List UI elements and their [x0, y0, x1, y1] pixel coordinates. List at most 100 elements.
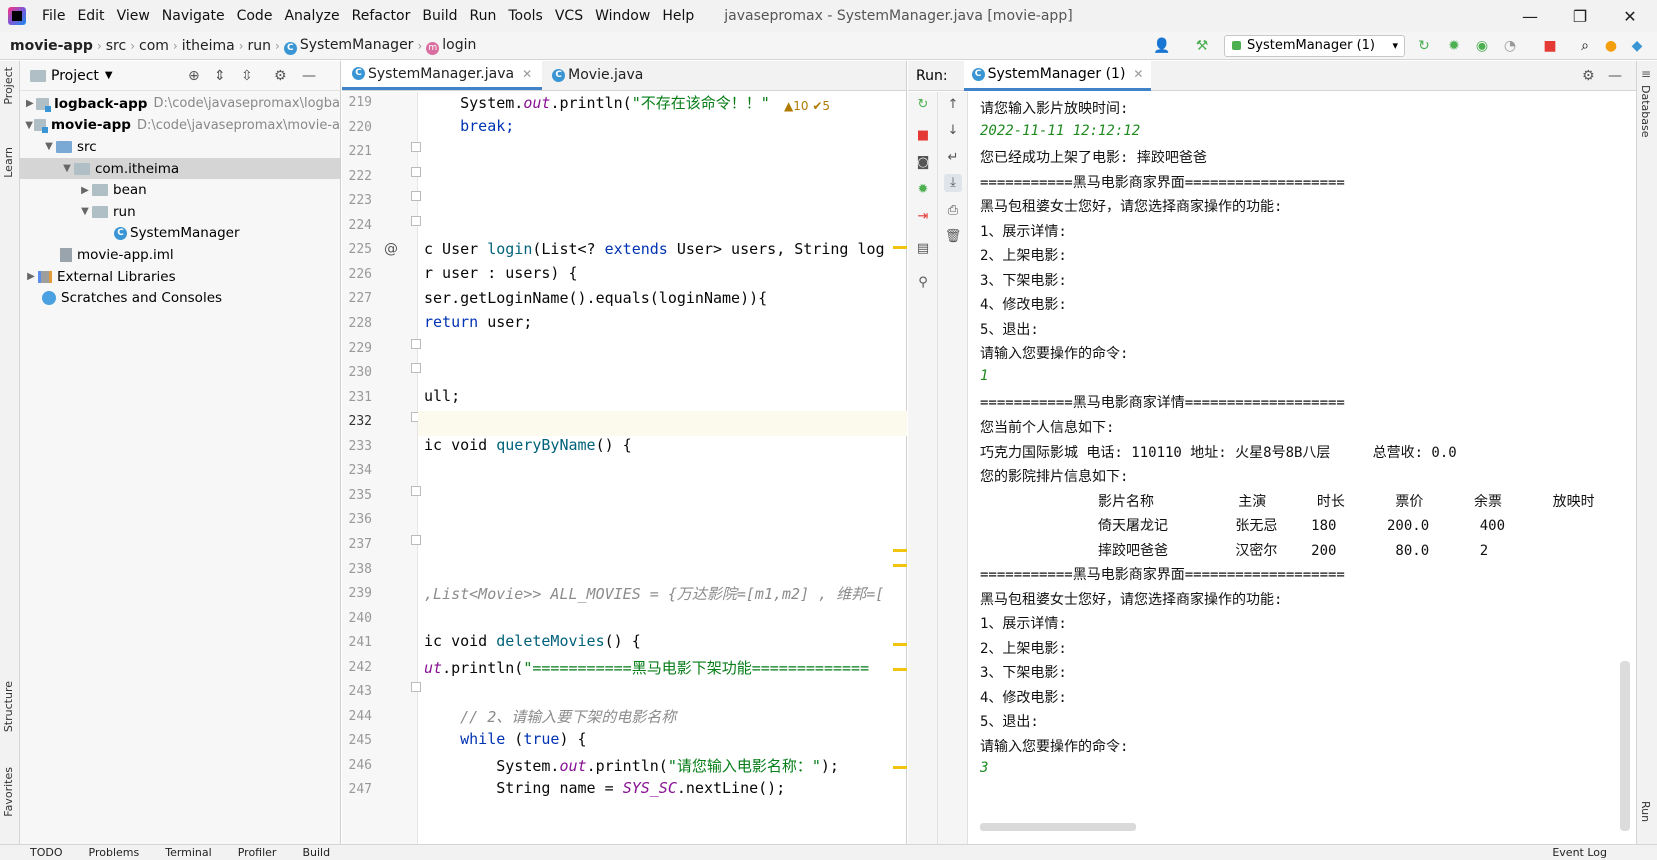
minimize-icon[interactable]: —: [1505, 0, 1555, 32]
gear-icon[interactable]: ⚙: [274, 68, 287, 84]
warning-stripe[interactable]: [893, 766, 907, 769]
tree-item-external-libraries[interactable]: ▶ External Libraries: [20, 266, 340, 288]
chevron-right-icon[interactable]: ▶: [24, 98, 36, 109]
arrow-down-icon[interactable]: ↓: [944, 122, 962, 140]
hide-panel-icon[interactable]: —: [1608, 68, 1622, 84]
tab-favorites-side[interactable]: Favorites: [2, 767, 15, 817]
menu-file[interactable]: File: [36, 8, 71, 24]
warning-stripe[interactable]: [893, 643, 907, 646]
menu-view[interactable]: View: [111, 8, 156, 24]
menu-run[interactable]: Run: [464, 8, 503, 24]
collapse-all-icon[interactable]: ⇳: [241, 68, 253, 84]
run-configuration-select[interactable]: SystemManager (1): [1224, 35, 1405, 57]
coverage-icon[interactable]: ◉: [1472, 36, 1492, 56]
print-icon[interactable]: ⎙: [944, 202, 962, 220]
profile-icon[interactable]: ◔: [1500, 36, 1520, 56]
tree-item-movie-app[interactable]: ▼ movie-app D:\code\javasepromax\movie-a: [20, 115, 340, 137]
project-panel-title[interactable]: Project: [51, 68, 99, 84]
profiler-tab[interactable]: Profiler: [238, 846, 277, 859]
tab-project-side[interactable]: Project: [2, 67, 15, 105]
search-icon[interactable]: ⌕: [1575, 36, 1595, 56]
tree-item-iml[interactable]: movie-app.iml: [20, 244, 340, 266]
build-tab[interactable]: Build: [302, 846, 330, 859]
plugin-icon[interactable]: ◆: [1627, 36, 1647, 56]
horizontal-scrollbar[interactable]: [980, 823, 1136, 831]
vertical-scrollbar[interactable]: [1620, 661, 1630, 831]
rerun-icon[interactable]: ↻: [914, 96, 932, 114]
event-log-tab[interactable]: Event Log: [1552, 846, 1607, 859]
tab-systemmanager-java[interactable]: C SystemManager.java ✕: [342, 60, 543, 90]
warning-stripe[interactable]: [893, 246, 907, 249]
rerun-icon[interactable]: ↻: [1414, 36, 1434, 56]
menu-tools[interactable]: Tools: [502, 8, 549, 24]
menu-navigate[interactable]: Navigate: [156, 8, 231, 24]
override-at-icon[interactable]: @: [384, 241, 398, 257]
breadcrumb-class[interactable]: C SystemManager: [280, 37, 418, 55]
tree-item-run[interactable]: ▼ run: [20, 201, 340, 223]
layout-icon[interactable]: ▤: [914, 240, 932, 258]
trash-icon[interactable]: 🗑: [944, 228, 962, 246]
breadcrumb-run[interactable]: run: [244, 38, 276, 54]
breadcrumb-project[interactable]: movie-app: [6, 38, 97, 54]
camera-icon[interactable]: ◙: [914, 154, 932, 172]
menu-build[interactable]: Build: [416, 8, 463, 24]
hide-panel-icon[interactable]: —: [302, 68, 316, 84]
exit-icon[interactable]: ⇥: [914, 208, 932, 226]
run-tab-systemmanager[interactable]: C SystemManager (1) ✕: [963, 60, 1152, 91]
tree-item-systemmanager[interactable]: C SystemManager: [20, 223, 340, 245]
debug-icon[interactable]: ✹: [1444, 36, 1464, 56]
scroll-to-end-icon[interactable]: ⤓: [944, 174, 962, 192]
tree-item-scratches[interactable]: Scratches and Consoles: [20, 287, 340, 309]
todo-tab[interactable]: TODO: [30, 846, 63, 859]
locate-icon[interactable]: ⊕: [188, 68, 200, 84]
warning-stripe[interactable]: [893, 549, 907, 552]
menu-code[interactable]: Code: [231, 8, 279, 24]
inspection-warnings-badge[interactable]: ▲10 ✔5: [784, 99, 830, 113]
breadcrumb-com[interactable]: com: [135, 38, 173, 54]
menu-edit[interactable]: Edit: [71, 8, 110, 24]
menu-analyze[interactable]: Analyze: [278, 8, 345, 24]
tab-movie-java[interactable]: C Movie.java: [542, 60, 653, 90]
tab-database-side[interactable]: Database: [1639, 85, 1652, 138]
arrow-up-icon[interactable]: ↑: [944, 96, 962, 114]
hammer-build-icon[interactable]: ⚒: [1192, 36, 1212, 56]
chevron-down-icon[interactable]: ▼: [105, 70, 113, 81]
tree-item-com-itheima[interactable]: ▼ com.itheima: [20, 157, 340, 180]
menu-window[interactable]: Window: [589, 8, 656, 24]
gear-icon[interactable]: ⚙: [1582, 68, 1595, 84]
chevron-right-icon[interactable]: ▶: [24, 271, 38, 282]
chevron-right-icon[interactable]: ▶: [78, 185, 92, 196]
menu-help[interactable]: Help: [656, 8, 700, 24]
code-text-area[interactable]: System.out.println("不存在该命令！！" ▲10 ✔5 bre…: [418, 92, 907, 844]
menu-vcs[interactable]: VCS: [549, 8, 589, 24]
close-icon[interactable]: ✕: [1605, 0, 1655, 32]
tree-item-logback-app[interactable]: ▶ logback-app D:\code\javasepromax\logba: [20, 93, 340, 115]
warning-stripe[interactable]: [893, 668, 907, 671]
terminal-tab[interactable]: Terminal: [165, 846, 212, 859]
chevron-down-icon[interactable]: ▼: [42, 141, 56, 152]
pin-icon[interactable]: ⚲: [914, 274, 932, 292]
chevron-down-icon[interactable]: ▼: [24, 120, 34, 131]
stop-icon[interactable]: ■: [914, 127, 932, 145]
user-icon[interactable]: 👤: [1152, 36, 1172, 56]
update-icon[interactable]: ●: [1601, 36, 1621, 56]
tab-run-side[interactable]: Run: [1639, 801, 1652, 822]
tab-learn-side[interactable]: Learn: [2, 147, 15, 178]
menu-refactor[interactable]: Refactor: [346, 8, 417, 24]
tree-item-bean[interactable]: ▶ bean: [20, 179, 340, 201]
close-tab-icon[interactable]: ✕: [522, 67, 532, 81]
problems-tab[interactable]: Problems: [89, 846, 140, 859]
breadcrumb-itheima[interactable]: itheima: [178, 38, 239, 54]
tree-item-src[interactable]: ▼ src: [20, 136, 340, 158]
console-output[interactable]: 请您输入影片放映时间: 2022-11-11 12:12:12 您已经成功上架了…: [970, 92, 1635, 844]
debug-icon[interactable]: ✹: [914, 181, 932, 199]
expand-all-icon[interactable]: ⇕: [214, 68, 226, 84]
chevron-down-icon[interactable]: ▼: [60, 163, 74, 174]
soft-wrap-icon[interactable]: ↵: [944, 149, 962, 167]
close-tab-icon[interactable]: ✕: [1133, 67, 1143, 81]
restore-icon[interactable]: ❐: [1555, 0, 1605, 32]
breadcrumb-src[interactable]: src: [102, 38, 130, 54]
warning-stripe[interactable]: [893, 564, 907, 567]
stop-icon[interactable]: ■: [1540, 36, 1560, 56]
tab-structure-side[interactable]: Structure: [2, 681, 15, 732]
